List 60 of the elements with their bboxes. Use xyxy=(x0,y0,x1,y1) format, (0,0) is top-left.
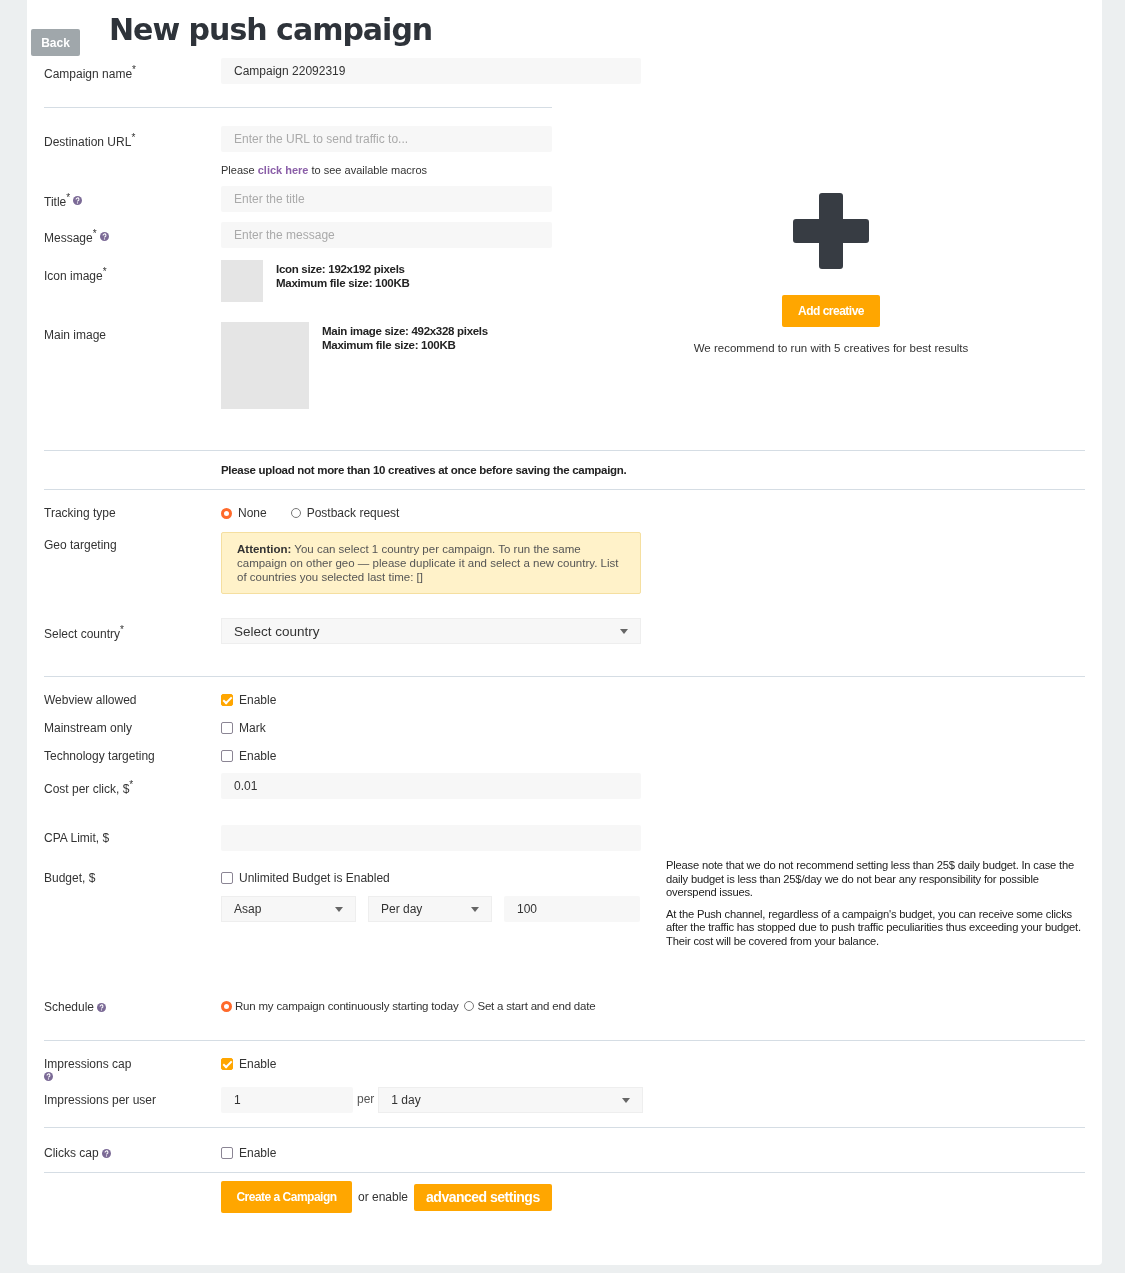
field-label: Tracking type xyxy=(44,505,117,520)
field-label: Cost per click, $$^{*}$ xyxy=(44,778,135,796)
field-label: Budget, $ xyxy=(44,870,97,885)
field-label: Select country$^{*}$ xyxy=(44,623,125,641)
checkbox-option[interactable]: Enable xyxy=(221,1051,1085,1071)
help-icon[interactable] xyxy=(73,196,83,205)
help-icon[interactable] xyxy=(44,1072,53,1081)
campaign-name-input[interactable]: Campaign 22092319 xyxy=(221,58,641,84)
cost-per-click-input[interactable]: 0.01 xyxy=(221,773,641,799)
field-label: Destination URL$^{*}$ xyxy=(44,131,137,149)
checkbox-option[interactable]: Enable xyxy=(221,1140,1085,1160)
attention-alert: Attention: You can select 1 country per campaign. To run the same campaign on other geo — please duplicate it and select a new country. List of countries you selected last time: [] xyxy=(221,532,641,594)
page-title: New push campaign xyxy=(109,12,433,47)
checkbox-option[interactable]: Enable xyxy=(221,687,1085,707)
text-input[interactable]: Enter the message xyxy=(221,222,552,248)
image-requirement: Icon size: 192x192 pixels xyxy=(276,262,406,276)
field-label: Geo targeting xyxy=(44,537,118,552)
creative-recommendation: We recommend to run with 5 creatives for best results xyxy=(693,342,969,354)
image-requirement: Main image size: 492x328 pixels xyxy=(322,324,488,338)
field-label: Technology targeting xyxy=(44,748,156,763)
radio-option[interactable]: Postback request xyxy=(290,506,400,520)
budget-amount-input[interactable]: 100 xyxy=(504,896,640,922)
macros-hint: Please click here to see available macros xyxy=(221,164,429,176)
impressions-input[interactable]: 1 xyxy=(221,1087,353,1113)
country-select[interactable]: Select country xyxy=(221,618,641,644)
field-label: Campaign name$^{*}$ xyxy=(44,63,137,81)
checkbox-option[interactable]: Unlimited Budget is Enabled xyxy=(221,865,641,885)
per-label: per xyxy=(357,1091,375,1106)
checkbox-option[interactable]: Mark xyxy=(221,715,1085,735)
field-label: Schedule xyxy=(44,1000,95,1014)
image-requirement: Maximum file size: 100KB xyxy=(276,276,410,290)
text-input[interactable]: Enter the title xyxy=(221,186,552,212)
field-label: Mainstream only xyxy=(44,720,134,735)
field-label: CPA Limit, $ xyxy=(44,830,111,845)
destination-url-input[interactable]: Enter the URL to send traffic to... xyxy=(221,126,552,152)
or-enable-text: or enable xyxy=(358,1190,409,1204)
budget-note: At the Push channel, regardless of a campaign's budget, you can receive some clicks after the traffic has stopped due to push traffic peculiarities thus exceeding your budget. Their cost will be covered from your balance. xyxy=(666,907,1082,948)
pacing-select[interactable]: Asap xyxy=(221,896,356,922)
help-icon[interactable] xyxy=(101,1148,111,1158)
frequency-select[interactable]: 1 day xyxy=(378,1087,644,1113)
field-label: Clicks cap xyxy=(44,1146,99,1160)
checkbox-option[interactable]: Enable xyxy=(221,743,1085,763)
field-label: Webview allowed xyxy=(44,692,138,707)
field-label: Icon image$^{*}$ xyxy=(44,265,108,283)
help-icon[interactable] xyxy=(97,1002,107,1012)
field-label: Title$^{*}$ xyxy=(44,192,71,209)
field-label: Main image xyxy=(44,327,108,342)
radio-option[interactable]: Run my campaign continuously starting today xyxy=(221,1000,459,1012)
image-requirement: Maximum file size: 100KB xyxy=(322,338,457,352)
upload-notice: Please upload not more than 10 creatives at once before saving the campaign. xyxy=(221,464,628,476)
plus-icon[interactable] xyxy=(793,193,869,269)
field-label: Impressions cap xyxy=(44,1057,132,1071)
field-label: Impressions per user xyxy=(44,1092,158,1107)
help-icon[interactable] xyxy=(99,232,109,241)
period-select[interactable]: Per day xyxy=(368,896,492,922)
radio-option[interactable]: None xyxy=(221,506,267,520)
field-label: Message$^{*}$ xyxy=(44,228,97,245)
radio-option[interactable]: Set a start and end date xyxy=(464,1000,596,1012)
budget-note: Please note that we do not recommend setting less than 25$ daily budget. In case the daily budget is less than 25$/day we do not bear any responsibility for possible overspend issues. xyxy=(666,859,1075,900)
macros-link[interactable]: click here xyxy=(257,164,309,176)
